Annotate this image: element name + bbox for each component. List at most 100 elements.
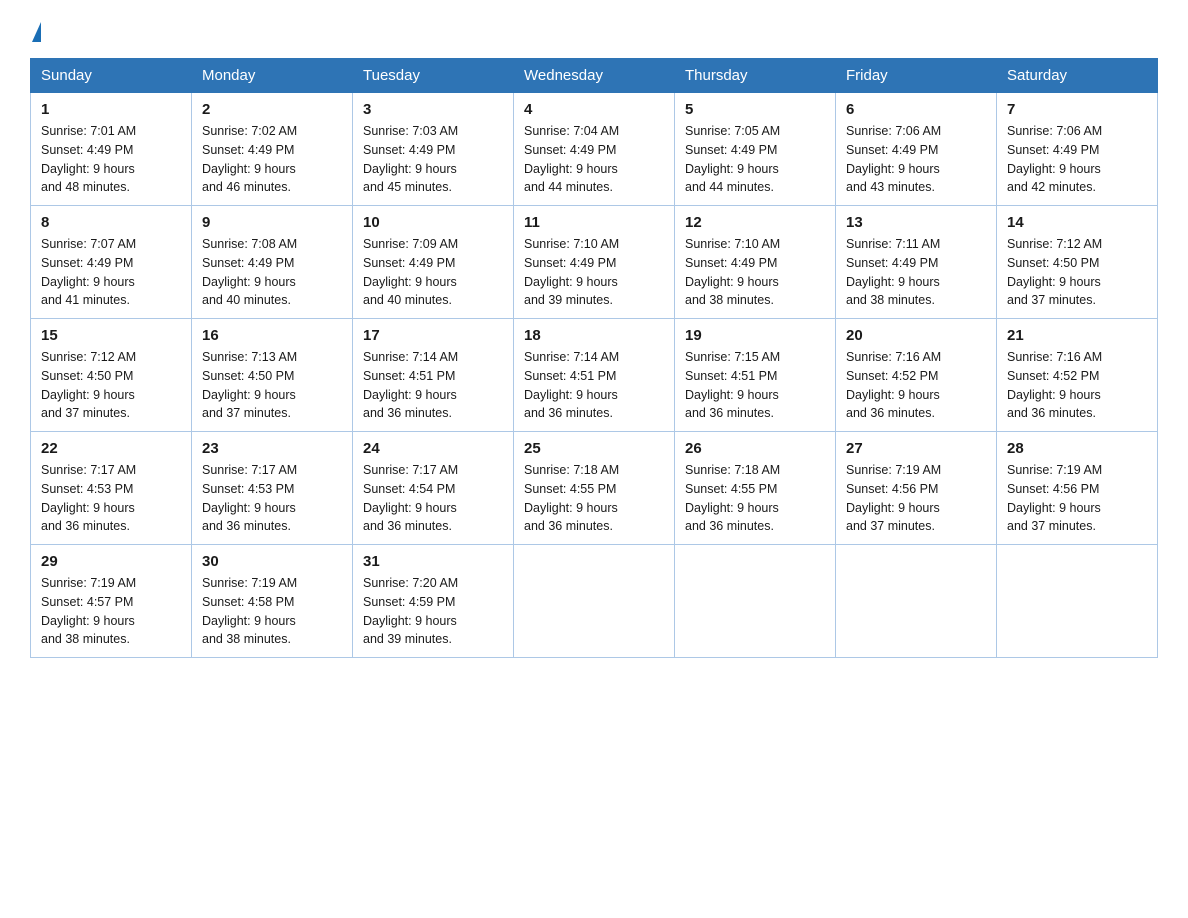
logo (30, 20, 43, 40)
day-number: 15 (41, 327, 181, 344)
day-number: 16 (202, 327, 342, 344)
day-info: Sunrise: 7:09 AMSunset: 4:49 PMDaylight:… (363, 235, 503, 310)
day-number: 2 (202, 101, 342, 118)
day-info: Sunrise: 7:18 AMSunset: 4:55 PMDaylight:… (685, 461, 825, 536)
day-number: 12 (685, 214, 825, 231)
calendar-cell: 11 Sunrise: 7:10 AMSunset: 4:49 PMDayligh… (514, 206, 675, 319)
day-info: Sunrise: 7:07 AMSunset: 4:49 PMDaylight:… (41, 235, 181, 310)
calendar-cell: 21Sunrise: 7:16 AMSunset: 4:52 PMDayligh… (997, 319, 1158, 432)
day-number: 9 (202, 214, 342, 231)
day-number: 7 (1007, 101, 1147, 118)
day-number: 29 (41, 553, 181, 570)
calendar-cell: 10 Sunrise: 7:09 AMSunset: 4:49 PMDayligh… (353, 206, 514, 319)
day-info: Sunrise: 7:12 AMSunset: 4:50 PMDaylight:… (1007, 235, 1147, 310)
calendar-cell: 31 Sunrise: 7:20 AMSunset: 4:59 PMDayligh… (353, 545, 514, 658)
day-info: Sunrise: 7:10 AMSunset: 4:49 PMDaylight:… (685, 235, 825, 310)
weekday-header-thursday: Thursday (675, 59, 836, 93)
day-info: Sunrise: 7:18 AMSunset: 4:55 PMDaylight:… (524, 461, 664, 536)
day-number: 13 (846, 214, 986, 231)
calendar-cell: 5 Sunrise: 7:05 AMSunset: 4:49 PMDaylight… (675, 93, 836, 206)
day-info: Sunrise: 7:06 AMSunset: 4:49 PMDaylight:… (1007, 122, 1147, 197)
day-number: 11 (524, 214, 664, 231)
day-number: 26 (685, 440, 825, 457)
day-info: Sunrise: 7:20 AMSunset: 4:59 PMDaylight:… (363, 574, 503, 649)
day-number: 18 (524, 327, 664, 344)
day-number: 4 (524, 101, 664, 118)
calendar-cell: 8 Sunrise: 7:07 AMSunset: 4:49 PMDaylight… (31, 206, 192, 319)
day-number: 22 (41, 440, 181, 457)
day-info: Sunrise: 7:16 AMSunset: 4:52 PMDaylight:… (846, 348, 986, 423)
day-number: 1 (41, 101, 181, 118)
day-number: 8 (41, 214, 181, 231)
week-row-1: 1 Sunrise: 7:01 AMSunset: 4:49 PMDaylight… (31, 93, 1158, 206)
day-number: 31 (363, 553, 503, 570)
day-number: 17 (363, 327, 503, 344)
calendar-cell (836, 545, 997, 658)
day-info: Sunrise: 7:12 AMSunset: 4:50 PMDaylight:… (41, 348, 181, 423)
logo-blue-part (30, 20, 43, 40)
calendar-cell: 15 Sunrise: 7:12 AMSunset: 4:50 PMDayligh… (31, 319, 192, 432)
day-info: Sunrise: 7:03 AMSunset: 4:49 PMDaylight:… (363, 122, 503, 197)
day-number: 25 (524, 440, 664, 457)
day-info: Sunrise: 7:01 AMSunset: 4:49 PMDaylight:… (41, 122, 181, 197)
day-number: 21 (1007, 327, 1147, 344)
calendar-cell: 23 Sunrise: 7:17 AMSunset: 4:53 PMDayligh… (192, 432, 353, 545)
calendar-cell: 7 Sunrise: 7:06 AMSunset: 4:49 PMDaylight… (997, 93, 1158, 206)
logo-triangle-icon (32, 22, 41, 42)
weekday-header-monday: Monday (192, 59, 353, 93)
calendar-cell: 12 Sunrise: 7:10 AMSunset: 4:49 PMDayligh… (675, 206, 836, 319)
calendar-cell: 30Sunrise: 7:19 AMSunset: 4:58 PMDayligh… (192, 545, 353, 658)
week-row-3: 15 Sunrise: 7:12 AMSunset: 4:50 PMDayligh… (31, 319, 1158, 432)
day-info: Sunrise: 7:11 AMSunset: 4:49 PMDaylight:… (846, 235, 986, 310)
day-info: Sunrise: 7:02 AMSunset: 4:49 PMDaylight:… (202, 122, 342, 197)
calendar-cell (675, 545, 836, 658)
weekday-header-sunday: Sunday (31, 59, 192, 93)
calendar-cell: 26 Sunrise: 7:18 AMSunset: 4:55 PMDayligh… (675, 432, 836, 545)
calendar-cell: 1 Sunrise: 7:01 AMSunset: 4:49 PMDaylight… (31, 93, 192, 206)
calendar-cell: 13 Sunrise: 7:11 AMSunset: 4:49 PMDayligh… (836, 206, 997, 319)
calendar-cell (514, 545, 675, 658)
week-row-5: 29 Sunrise: 7:19 AMSunset: 4:57 PMDayligh… (31, 545, 1158, 658)
day-info: Sunrise: 7:19 AMSunset: 4:58 PMDaylight:… (202, 574, 342, 649)
logo-text (30, 20, 43, 40)
day-info: Sunrise: 7:10 AMSunset: 4:49 PMDaylight:… (524, 235, 664, 310)
day-number: 5 (685, 101, 825, 118)
weekday-header-wednesday: Wednesday (514, 59, 675, 93)
calendar-cell: 2 Sunrise: 7:02 AMSunset: 4:49 PMDaylight… (192, 93, 353, 206)
day-number: 10 (363, 214, 503, 231)
day-number: 20 (846, 327, 986, 344)
calendar-table: SundayMondayTuesdayWednesdayThursdayFrid… (30, 58, 1158, 658)
week-row-2: 8 Sunrise: 7:07 AMSunset: 4:49 PMDaylight… (31, 206, 1158, 319)
day-info: Sunrise: 7:14 AMSunset: 4:51 PMDaylight:… (524, 348, 664, 423)
day-number: 28 (1007, 440, 1147, 457)
weekday-header-saturday: Saturday (997, 59, 1158, 93)
day-number: 23 (202, 440, 342, 457)
day-number: 19 (685, 327, 825, 344)
day-number: 3 (363, 101, 503, 118)
calendar-cell: 3 Sunrise: 7:03 AMSunset: 4:49 PMDaylight… (353, 93, 514, 206)
page-header (30, 20, 1158, 40)
day-info: Sunrise: 7:19 AMSunset: 4:56 PMDaylight:… (1007, 461, 1147, 536)
calendar-cell: 16 Sunrise: 7:13 AMSunset: 4:50 PMDayligh… (192, 319, 353, 432)
calendar-cell: 29 Sunrise: 7:19 AMSunset: 4:57 PMDayligh… (31, 545, 192, 658)
day-info: Sunrise: 7:17 AMSunset: 4:54 PMDaylight:… (363, 461, 503, 536)
day-info: Sunrise: 7:17 AMSunset: 4:53 PMDaylight:… (202, 461, 342, 536)
day-info: Sunrise: 7:19 AMSunset: 4:57 PMDaylight:… (41, 574, 181, 649)
day-number: 27 (846, 440, 986, 457)
calendar-cell: 6 Sunrise: 7:06 AMSunset: 4:49 PMDaylight… (836, 93, 997, 206)
calendar-cell: 24 Sunrise: 7:17 AMSunset: 4:54 PMDayligh… (353, 432, 514, 545)
calendar-cell: 28 Sunrise: 7:19 AMSunset: 4:56 PMDayligh… (997, 432, 1158, 545)
calendar-cell: 20 Sunrise: 7:16 AMSunset: 4:52 PMDayligh… (836, 319, 997, 432)
calendar-cell: 19Sunrise: 7:15 AMSunset: 4:51 PMDayligh… (675, 319, 836, 432)
day-info: Sunrise: 7:04 AMSunset: 4:49 PMDaylight:… (524, 122, 664, 197)
calendar-cell: 4 Sunrise: 7:04 AMSunset: 4:49 PMDaylight… (514, 93, 675, 206)
weekday-header-friday: Friday (836, 59, 997, 93)
day-info: Sunrise: 7:05 AMSunset: 4:49 PMDaylight:… (685, 122, 825, 197)
day-info: Sunrise: 7:08 AMSunset: 4:49 PMDaylight:… (202, 235, 342, 310)
day-info: Sunrise: 7:06 AMSunset: 4:49 PMDaylight:… (846, 122, 986, 197)
day-info: Sunrise: 7:13 AMSunset: 4:50 PMDaylight:… (202, 348, 342, 423)
day-number: 6 (846, 101, 986, 118)
day-number: 24 (363, 440, 503, 457)
day-info: Sunrise: 7:17 AMSunset: 4:53 PMDaylight:… (41, 461, 181, 536)
calendar-cell: 27Sunrise: 7:19 AMSunset: 4:56 PMDayligh… (836, 432, 997, 545)
